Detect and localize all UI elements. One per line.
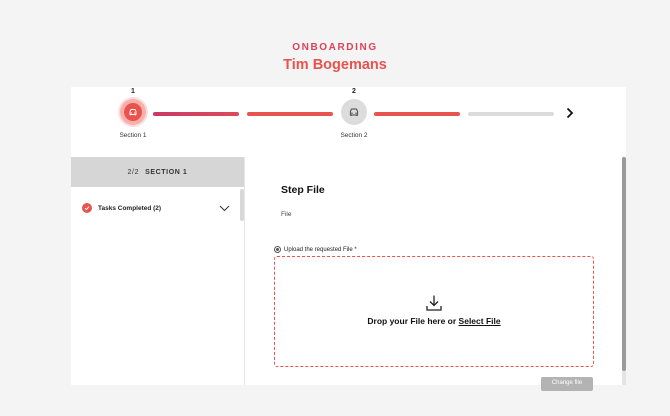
sidebar-scrollbar[interactable]	[240, 189, 244, 221]
main-scrollbar[interactable]	[622, 157, 626, 371]
next-step-button[interactable]	[563, 105, 577, 121]
section-title: SECTION 1	[145, 168, 188, 176]
step-label: Section 2	[340, 132, 368, 139]
progress-segment	[247, 112, 333, 116]
car-icon	[129, 109, 137, 116]
upload-label-text: Upload the requested File *	[284, 246, 357, 253]
radio-dot-icon	[274, 246, 281, 253]
step-circle[interactable]	[341, 99, 367, 125]
step-number: 2	[352, 88, 356, 95]
chevron-down-icon[interactable]	[218, 203, 230, 213]
section-sidebar: 2/2 SECTION 1 Tasks Completed (2)	[71, 157, 245, 385]
progress-segment	[374, 112, 460, 116]
section-count: 2/2	[127, 168, 140, 176]
step-title: Step File	[281, 184, 325, 196]
download-icon	[426, 295, 442, 311]
step-content-panel: Step File File Upload the requested File…	[245, 157, 626, 391]
upload-field-label: Upload the requested File *	[274, 246, 357, 253]
section-header: 2/2 SECTION 1	[71, 157, 244, 187]
step-label: Section 1	[119, 132, 147, 139]
step-number: 1	[131, 88, 135, 95]
tasks-completed-label: Tasks Completed (2)	[98, 204, 162, 212]
select-file-link[interactable]: Select File	[459, 316, 501, 326]
car-icon	[349, 108, 359, 117]
step-circle[interactable]	[120, 99, 146, 125]
page-header: ONBOARDING Tim Bogemans	[0, 42, 670, 73]
dropzone-text: Drop your File here or Select File	[275, 316, 593, 326]
step-subtitle: File	[281, 211, 292, 218]
progress-stepper: 1 Section 1 2 Section 2	[71, 87, 626, 157]
header-eyebrow: ONBOARDING	[292, 42, 378, 53]
chevron-right-icon	[566, 107, 574, 119]
check-circle-icon	[82, 203, 92, 213]
employee-name: Tim Bogemans	[283, 57, 387, 73]
file-dropzone[interactable]: Drop your File here or Select File	[274, 256, 594, 367]
tasks-completed-toggle[interactable]: Tasks Completed (2)	[82, 200, 230, 216]
progress-segment	[153, 112, 239, 116]
change-file-button[interactable]: Change file	[541, 377, 593, 391]
progress-segment	[468, 112, 554, 116]
drop-instructions: Drop your File here or	[367, 316, 459, 326]
